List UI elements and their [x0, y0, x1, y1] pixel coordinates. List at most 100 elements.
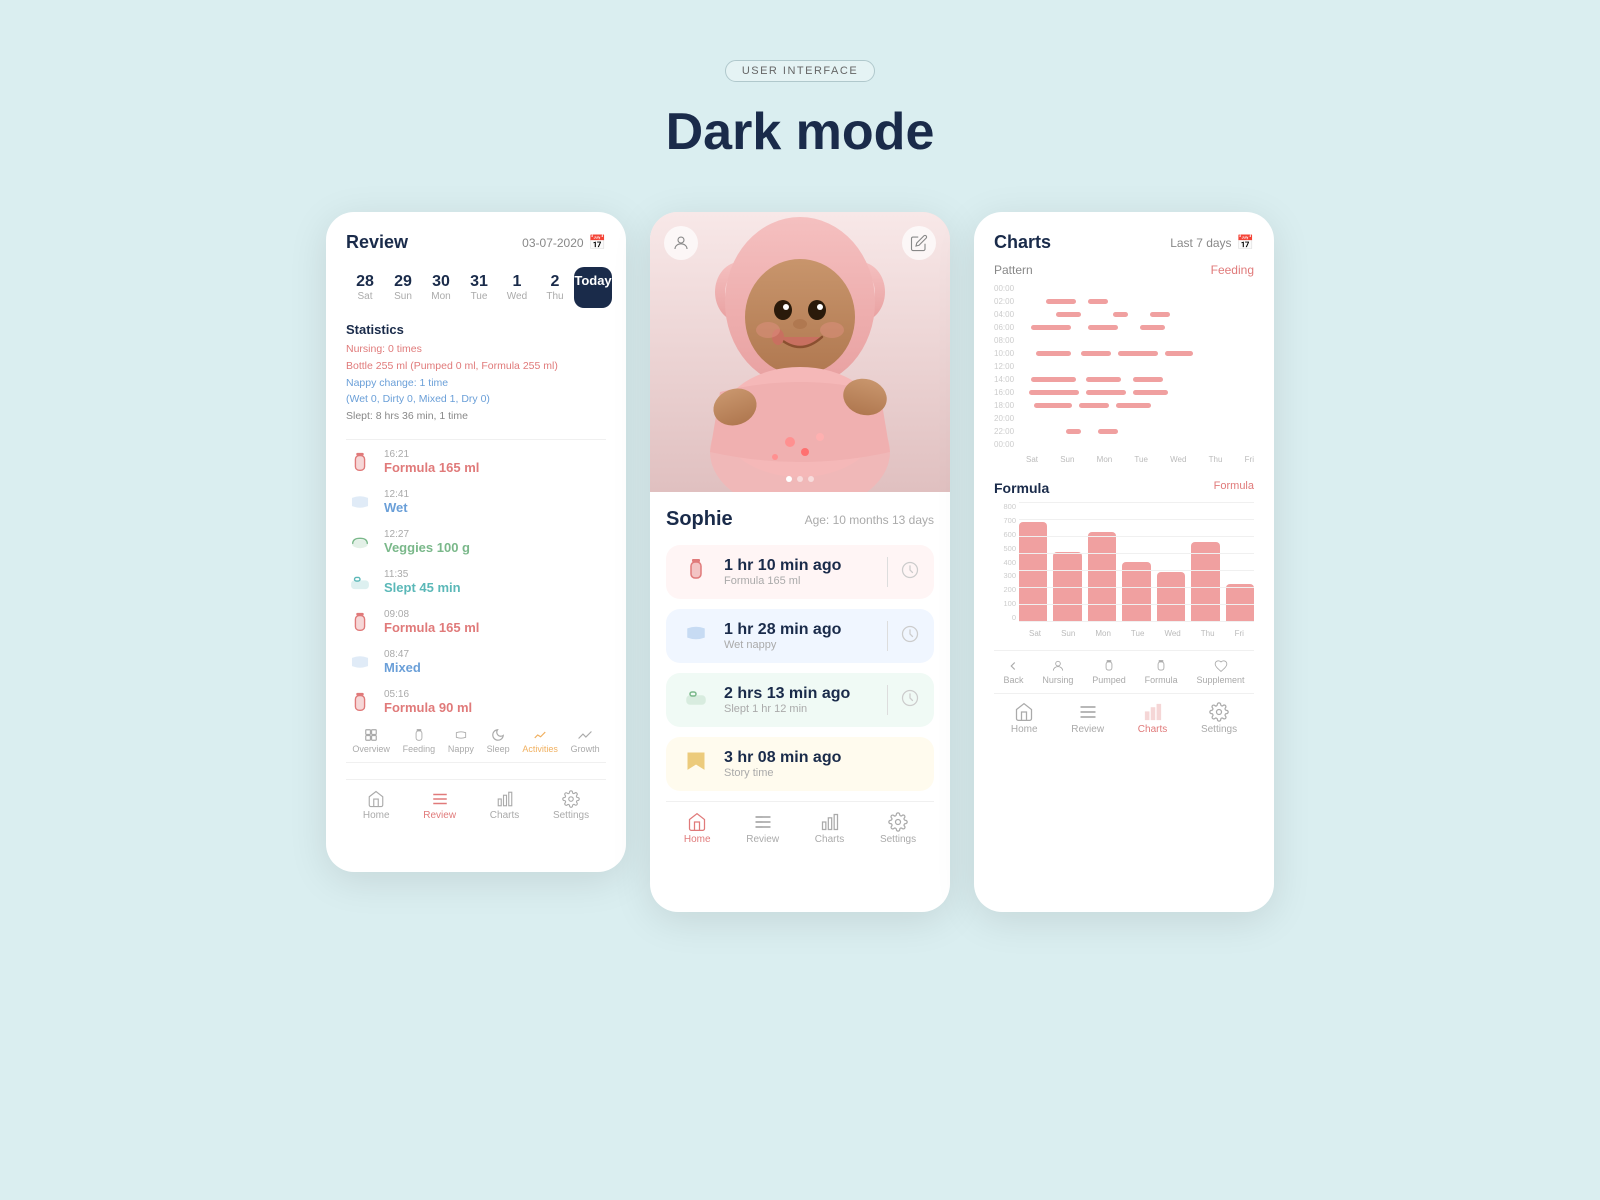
- bar-rect-thu: [1191, 542, 1219, 622]
- activity-card-1[interactable]: 1 hr 10 min ago Formula 165 ml: [666, 545, 934, 599]
- pattern-day-sat: Sat: [1026, 455, 1038, 464]
- y-label-500: 500: [994, 544, 1016, 553]
- charts-main-nav: Home Review Charts Settings: [994, 702, 1254, 735]
- y-label-200: 200: [994, 585, 1016, 594]
- feed-item-6[interactable]: 08:47 Mixed: [346, 648, 606, 676]
- feed-info-3: 12:27 Veggies 100 g: [384, 529, 470, 555]
- sec-nav-pumped-label: Pumped: [1092, 675, 1126, 685]
- feed-info-1: 16:21 Formula 165 ml: [384, 449, 479, 475]
- feed-label-1: Formula 165 ml: [384, 460, 479, 475]
- feed-time-4: 11:35: [384, 569, 461, 580]
- calendar-icon[interactable]: 📅: [589, 234, 606, 251]
- review-phone: Review 03-07-2020 📅 28 Sat 29 Sun 30 Mon…: [326, 212, 626, 872]
- activity-clock-1[interactable]: [900, 560, 920, 585]
- sec-nav-back[interactable]: Back: [1003, 659, 1023, 685]
- feed-icon-bottle-2: [346, 608, 374, 636]
- activity-info-1: 1 hr 10 min ago Formula 165 ml: [724, 557, 875, 587]
- activity-clock-3[interactable]: [900, 688, 920, 713]
- date-today[interactable]: Today: [574, 267, 612, 308]
- feed-item-1[interactable]: 16:21 Formula 165 ml: [346, 448, 606, 476]
- charts-nav-charts[interactable]: Charts: [1138, 702, 1167, 735]
- activity-sub-4: Story time: [724, 767, 920, 779]
- feed-time-7: 05:16: [384, 689, 472, 700]
- feed-label-5: Formula 165 ml: [384, 620, 479, 635]
- charts-secondary-nav: Back Nursing Pumped Formula Supplement: [994, 659, 1254, 694]
- review-date-row: 03-07-2020 📅: [522, 234, 606, 251]
- bar-col-sat: [1019, 522, 1047, 622]
- activity-card-4[interactable]: 3 hr 08 min ago Story time: [666, 737, 934, 791]
- review-header: Review 03-07-2020 📅: [346, 232, 606, 253]
- sec-nav-pumped[interactable]: Pumped: [1092, 659, 1126, 685]
- review-nav-charts[interactable]: Charts: [490, 790, 519, 821]
- sub-nav-nappy[interactable]: Nappy: [448, 728, 474, 754]
- activity-clock-2[interactable]: [900, 624, 920, 649]
- bar-rect-fri: [1226, 584, 1254, 622]
- review-nav-settings[interactable]: Settings: [553, 790, 589, 821]
- stat-bottle: Bottle 255 ml (Pumped 0 ml, Formula 255 …: [346, 358, 606, 375]
- sec-nav-formula[interactable]: Formula: [1145, 659, 1178, 685]
- home-nav-review[interactable]: Review: [746, 812, 779, 845]
- date-num-1: 1: [513, 273, 522, 291]
- feed-item-7[interactable]: 05:16 Formula 90 ml: [346, 688, 606, 716]
- bar-col-wed: [1157, 572, 1185, 622]
- profile-icon[interactable]: [664, 226, 698, 260]
- bar-day-tue: Tue: [1131, 629, 1145, 638]
- activity-sub-2: Wet nappy: [724, 639, 875, 651]
- charts-nav-review-label: Review: [1071, 724, 1104, 735]
- feed-item-2[interactable]: 12:41 Wet: [346, 488, 606, 516]
- sec-nav-formula-label: Formula: [1145, 675, 1178, 685]
- feed-info-5: 09:08 Formula 165 ml: [384, 609, 479, 635]
- y-label-0: 0: [994, 613, 1016, 622]
- bar-col-fri: [1226, 584, 1254, 622]
- home-nav-settings-label: Settings: [880, 834, 916, 845]
- pattern-day-fri: Fri: [1245, 455, 1254, 464]
- review-nav-home[interactable]: Home: [363, 790, 390, 821]
- charts-nav-review[interactable]: Review: [1071, 702, 1104, 735]
- feed-item-3[interactable]: 12:27 Veggies 100 g: [346, 528, 606, 556]
- divider-1: [346, 439, 606, 440]
- activity-card-2[interactable]: 1 hr 28 min ago Wet nappy: [666, 609, 934, 663]
- bar-day-wed: Wed: [1164, 629, 1180, 638]
- date-30[interactable]: 30 Mon: [422, 267, 460, 308]
- charts-nav-settings[interactable]: Settings: [1201, 702, 1237, 735]
- activity-card-3[interactable]: 2 hrs 13 min ago Slept 1 hr 12 min: [666, 673, 934, 727]
- bar-chart: [1019, 502, 1254, 622]
- feed-item-5[interactable]: 09:08 Formula 165 ml: [346, 608, 606, 636]
- date-2[interactable]: 2 Thu: [536, 267, 574, 308]
- baby-photo: [650, 212, 950, 492]
- home-nav-settings[interactable]: Settings: [880, 812, 916, 845]
- sec-nav-supplement[interactable]: Supplement: [1197, 659, 1245, 685]
- date-day-29: Sun: [394, 291, 412, 302]
- feed-time-6: 08:47: [384, 649, 421, 660]
- sub-nav-activities[interactable]: Activities: [522, 728, 558, 754]
- date-1[interactable]: 1 Wed: [498, 267, 536, 308]
- sec-nav-back-label: Back: [1003, 675, 1023, 685]
- home-nav-charts[interactable]: Charts: [815, 812, 844, 845]
- feed-info-2: 12:41 Wet: [384, 489, 409, 515]
- activity-info-3: 2 hrs 13 min ago Slept 1 hr 12 min: [724, 685, 875, 715]
- date-day-28: Sat: [357, 291, 372, 302]
- review-date: 03-07-2020: [522, 236, 583, 250]
- baby-name: Sophie: [666, 508, 733, 531]
- sub-nav-sleep[interactable]: Sleep: [487, 728, 510, 754]
- sub-nav-feeding[interactable]: Feeding: [403, 728, 436, 754]
- date-strip: 28 Sat 29 Sun 30 Mon 31 Tue 1 Wed 2 Thu: [346, 267, 606, 308]
- home-nav-home[interactable]: Home: [684, 812, 711, 845]
- feed-label-3: Veggies 100 g: [384, 540, 470, 555]
- sub-nav-overview[interactable]: Overview: [352, 728, 390, 754]
- date-num-28: 28: [356, 273, 374, 291]
- sub-nav-growth[interactable]: Growth: [571, 728, 600, 754]
- charts-nav-home[interactable]: Home: [1011, 702, 1038, 735]
- review-nav-review[interactable]: Review: [423, 790, 456, 821]
- date-29[interactable]: 29 Sun: [384, 267, 422, 308]
- date-28[interactable]: 28 Sat: [346, 267, 384, 308]
- sec-nav-nursing[interactable]: Nursing: [1042, 659, 1073, 685]
- feed-item-4[interactable]: 11:35 Slept 45 min: [346, 568, 606, 596]
- activity-info-4: 3 hr 08 min ago Story time: [724, 749, 920, 779]
- charts-cal-icon[interactable]: 📅: [1237, 234, 1254, 251]
- pattern-days-row: Sat Sun Mon Tue Wed Thu Fri: [1026, 455, 1254, 464]
- feed-label-4: Slept 45 min: [384, 580, 461, 595]
- date-31[interactable]: 31 Tue: [460, 267, 498, 308]
- edit-icon[interactable]: [902, 226, 936, 260]
- feed-icon-sleep: [346, 568, 374, 596]
